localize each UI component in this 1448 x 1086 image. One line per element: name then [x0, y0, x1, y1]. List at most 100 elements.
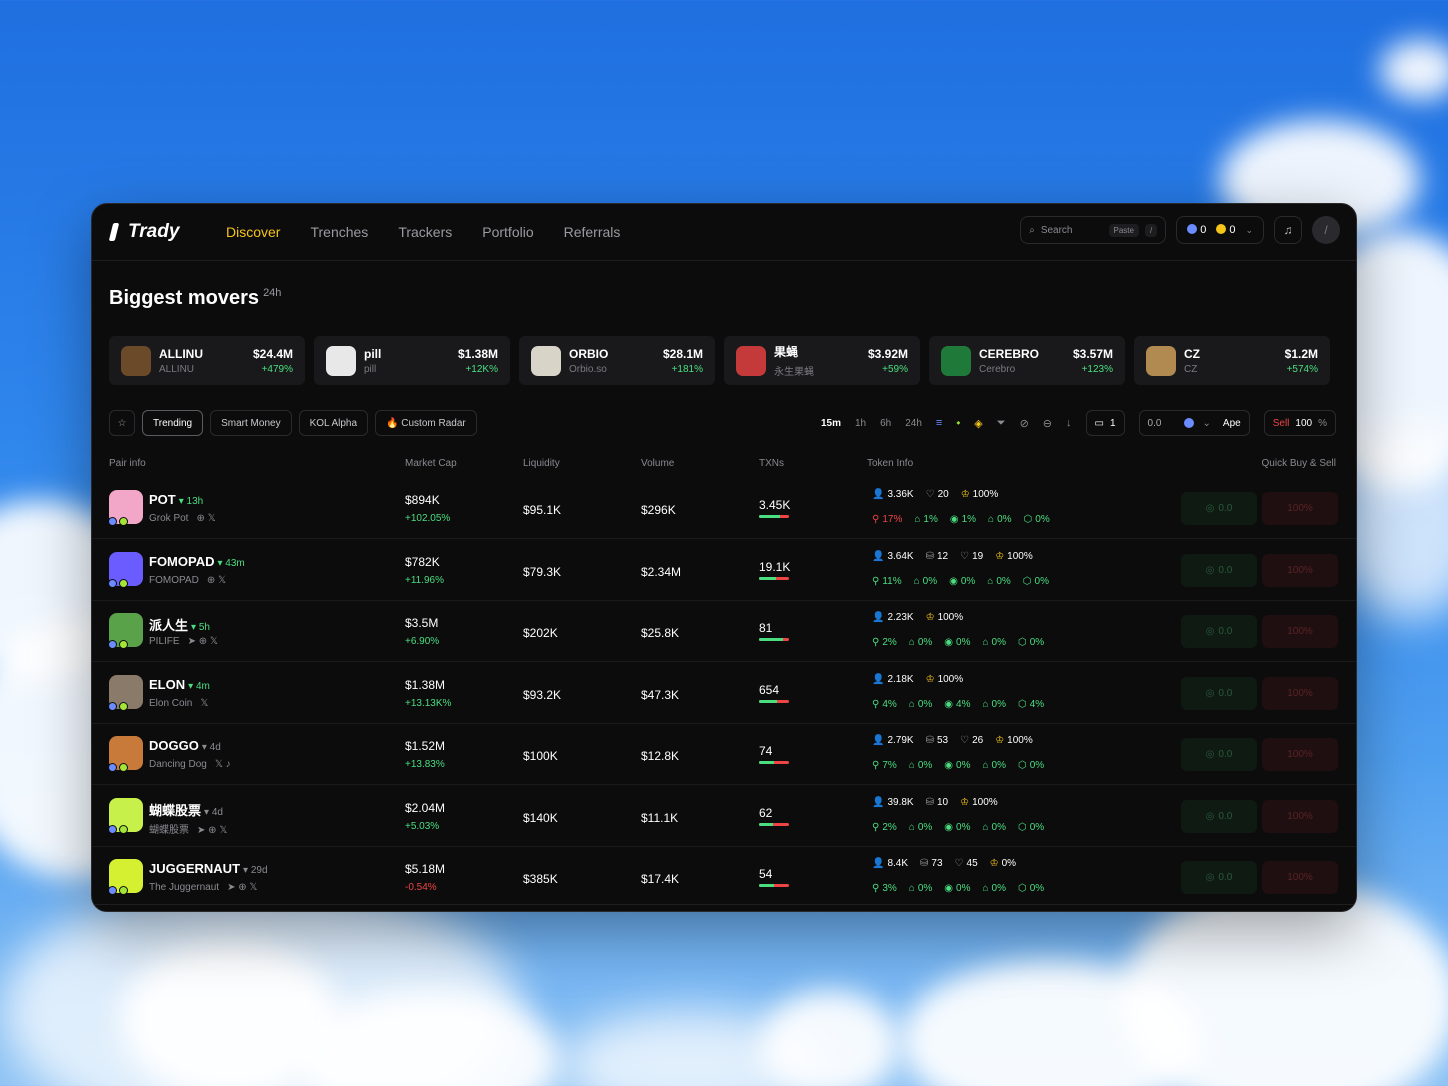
token-avatar[interactable] [108, 613, 143, 649]
mover-price: $24.4M [252, 346, 293, 361]
nav-trackers[interactable]: Trackers [398, 224, 452, 240]
mover-card[interactable]: 果蝇 永生果蝇 $3.92M +59% [724, 336, 920, 385]
nav-discover[interactable]: Discover [226, 224, 280, 240]
tab-kol-alpha[interactable]: KOL Alpha [298, 410, 369, 436]
token-avatar[interactable] [108, 797, 143, 834]
quick-buy-button[interactable]: ◎ 0.0 [1181, 861, 1257, 894]
quick-sell-button[interactable]: 100% [1262, 615, 1338, 648]
txns: 74 [759, 744, 773, 758]
liquidity: $100K [523, 749, 558, 763]
paste-button[interactable]: Paste [1108, 223, 1139, 237]
range-15m[interactable]: 15m [821, 418, 841, 429]
logo[interactable]: Trady [108, 221, 226, 243]
holders-stat: 👤 2.23K [872, 612, 914, 623]
mover-change: +12K% [465, 363, 498, 375]
mover-card[interactable]: ALLINU ALLINU $24.4M +479% [109, 336, 305, 385]
nav-portfolio[interactable]: Portfolio [482, 224, 533, 240]
holders-stat: 👤 2.79K [872, 735, 914, 746]
pump-chain-icon[interactable]: ⬩ [956, 417, 960, 430]
token-name[interactable]: 派人生 ▾ 5h [149, 615, 210, 634]
market-cap-change: +13.13K% [405, 697, 452, 709]
table-row[interactable]: 派人生 ▾ 5h PILIFE ➤ ⊕ 𝕏 $3.5M +6.90% $202K $… [92, 601, 1356, 662]
holders-stat: 👤 3.36K [872, 489, 914, 500]
quick-sell-button[interactable]: 100% [1262, 861, 1338, 894]
buy-amount-input[interactable]: 0.0 ⌄ Ape [1138, 410, 1250, 436]
table-row[interactable]: JUGGERNAUT ▾ 29d The Juggernaut ➤ ⊕ 𝕏 $5.1… [92, 847, 1356, 908]
social-icons[interactable]: ➤ ⊕ 𝕏 [227, 882, 257, 893]
token-avatar[interactable] [108, 674, 143, 711]
token-avatar[interactable] [108, 736, 143, 772]
favorites-button[interactable]: ☆ [109, 410, 135, 436]
sell-percent-input[interactable]: Sell 100 % [1263, 410, 1336, 436]
mover-card[interactable]: ORBIO Orbio.so $28.1M +181% [519, 336, 715, 385]
quick-buy-button[interactable]: ◎ 0.0 [1181, 738, 1257, 771]
preset-count[interactable]: ▭ 1 [1085, 410, 1125, 436]
ape-button[interactable]: Ape [1223, 418, 1241, 429]
token-avatar [941, 345, 971, 376]
quick-sell-button[interactable]: 100% [1262, 676, 1338, 710]
bnb-chain-icon[interactable]: ◈ [974, 417, 982, 430]
token-name[interactable]: POT ▾ 13h [149, 492, 203, 507]
token-name[interactable]: ELON ▾ 4m [149, 677, 210, 692]
token-name[interactable]: 蝴蝶股票 ▾ 4d [149, 800, 223, 819]
top-bar: Trady Discover Trenches Trackers Portfol… [92, 204, 1356, 261]
col-txns[interactable]: TXNs [759, 458, 784, 469]
token-subtitle: The Juggernaut ➤ ⊕ 𝕏 [149, 882, 258, 893]
token-name[interactable]: JUGGERNAUT ▾ 29d [149, 861, 268, 876]
quick-sell-button[interactable]: 100% [1262, 799, 1338, 833]
table-row[interactable]: POT ▾ 13h Grok Pot ⊕ 𝕏 $894K +102.05% $95.… [92, 478, 1356, 539]
tab-smart-money[interactable]: Smart Money [210, 410, 292, 436]
social-icons[interactable]: ➤ ⊕ 𝕏 [188, 636, 218, 647]
social-icons[interactable]: 𝕏 [200, 698, 208, 709]
sort-down-icon[interactable]: ↓ [1066, 417, 1072, 429]
quick-buy-button[interactable]: ◎ 0.0 [1181, 799, 1257, 833]
social-icons[interactable]: ⊕ 𝕏 [196, 513, 215, 524]
quick-buy-button[interactable]: ◎ 0.0 [1181, 676, 1257, 710]
token-avatar[interactable] [108, 551, 143, 588]
quick-buy-button[interactable]: ◎ 0.0 [1181, 615, 1257, 648]
profile-avatar[interactable]: / [1312, 216, 1340, 244]
token-avatar[interactable] [108, 490, 143, 526]
app-window: Trady Discover Trenches Trackers Portfol… [91, 203, 1357, 912]
quick-sell-button[interactable]: 100% [1262, 553, 1338, 587]
quick-sell-button[interactable]: 100% [1262, 492, 1338, 525]
range-1h[interactable]: 1h [855, 418, 866, 429]
mover-card[interactable]: pill pill $1.38M +12K% [314, 336, 510, 385]
volume: $47.3K [641, 687, 680, 702]
token-avatar[interactable] [108, 859, 143, 895]
range-24h[interactable]: 24h [905, 418, 922, 429]
social-icons[interactable]: ⊕ 𝕏 [207, 575, 226, 586]
col-market-cap[interactable]: Market Cap [405, 458, 457, 469]
token-age: 4d [211, 806, 223, 818]
mover-card[interactable]: CZ CZ $1.2M +574% [1134, 336, 1330, 385]
table-row[interactable]: FOMOPAD ▾ 43m FOMOPAD ⊕ 𝕏 $782K +11.96% $7… [92, 540, 1356, 601]
social-icons[interactable]: 𝕏 ♪ [215, 759, 231, 770]
quick-buy-button[interactable]: ◎ 0.0 [1181, 553, 1257, 587]
table-row[interactable]: ELON ▾ 4m Elon Coin 𝕏 $1.38M +13.13K% $93.… [92, 663, 1356, 724]
notifications-button[interactable]: ♫ [1274, 216, 1302, 244]
metric-3: ⌂ 0% [982, 821, 1006, 833]
token-name[interactable]: DOGGO ▾ 4d [149, 738, 221, 753]
block-icon[interactable]: ⊖ [1043, 417, 1052, 430]
mover-card[interactable]: CEREBRO Cerebro $3.57M +123% [929, 336, 1125, 385]
social-icons[interactable]: ➤ ⊕ 𝕏 [197, 825, 227, 836]
nav-trenches[interactable]: Trenches [310, 224, 368, 240]
range-6h[interactable]: 6h [880, 418, 891, 429]
token-name[interactable]: FOMOPAD ▾ 43m [149, 554, 245, 569]
solana-chain-icon[interactable]: ≡ [936, 417, 942, 429]
col-token-info: Token Info [867, 458, 914, 469]
nav-referrals[interactable]: Referrals [564, 224, 621, 240]
quick-sell-button[interactable]: 100% [1262, 738, 1338, 771]
col-volume[interactable]: Volume [641, 458, 674, 469]
search-input[interactable]: ⌕ Search Paste / [1020, 216, 1167, 244]
filter-icon[interactable]: ⏷ [997, 417, 1006, 430]
quick-buy-button[interactable]: ◎ 0.0 [1181, 492, 1257, 525]
col-liquidity[interactable]: Liquidity [523, 458, 560, 469]
tab-custom-radar[interactable]: 🔥 Custom Radar [375, 410, 477, 436]
hide-icon[interactable]: ⊘ [1020, 417, 1029, 430]
table-row[interactable]: DOGGO ▾ 4d Dancing Dog 𝕏 ♪ $1.52M +13.83% … [92, 724, 1356, 785]
mover-name: 果蝇 [774, 345, 799, 359]
wallet-balance[interactable]: 0 0 ⌄ [1176, 216, 1264, 244]
table-row[interactable]: 蝴蝶股票 ▾ 4d 蝴蝶股票 ➤ ⊕ 𝕏 $2.04M +5.03% $140K $… [92, 786, 1356, 847]
tab-trending[interactable]: Trending [142, 410, 204, 436]
